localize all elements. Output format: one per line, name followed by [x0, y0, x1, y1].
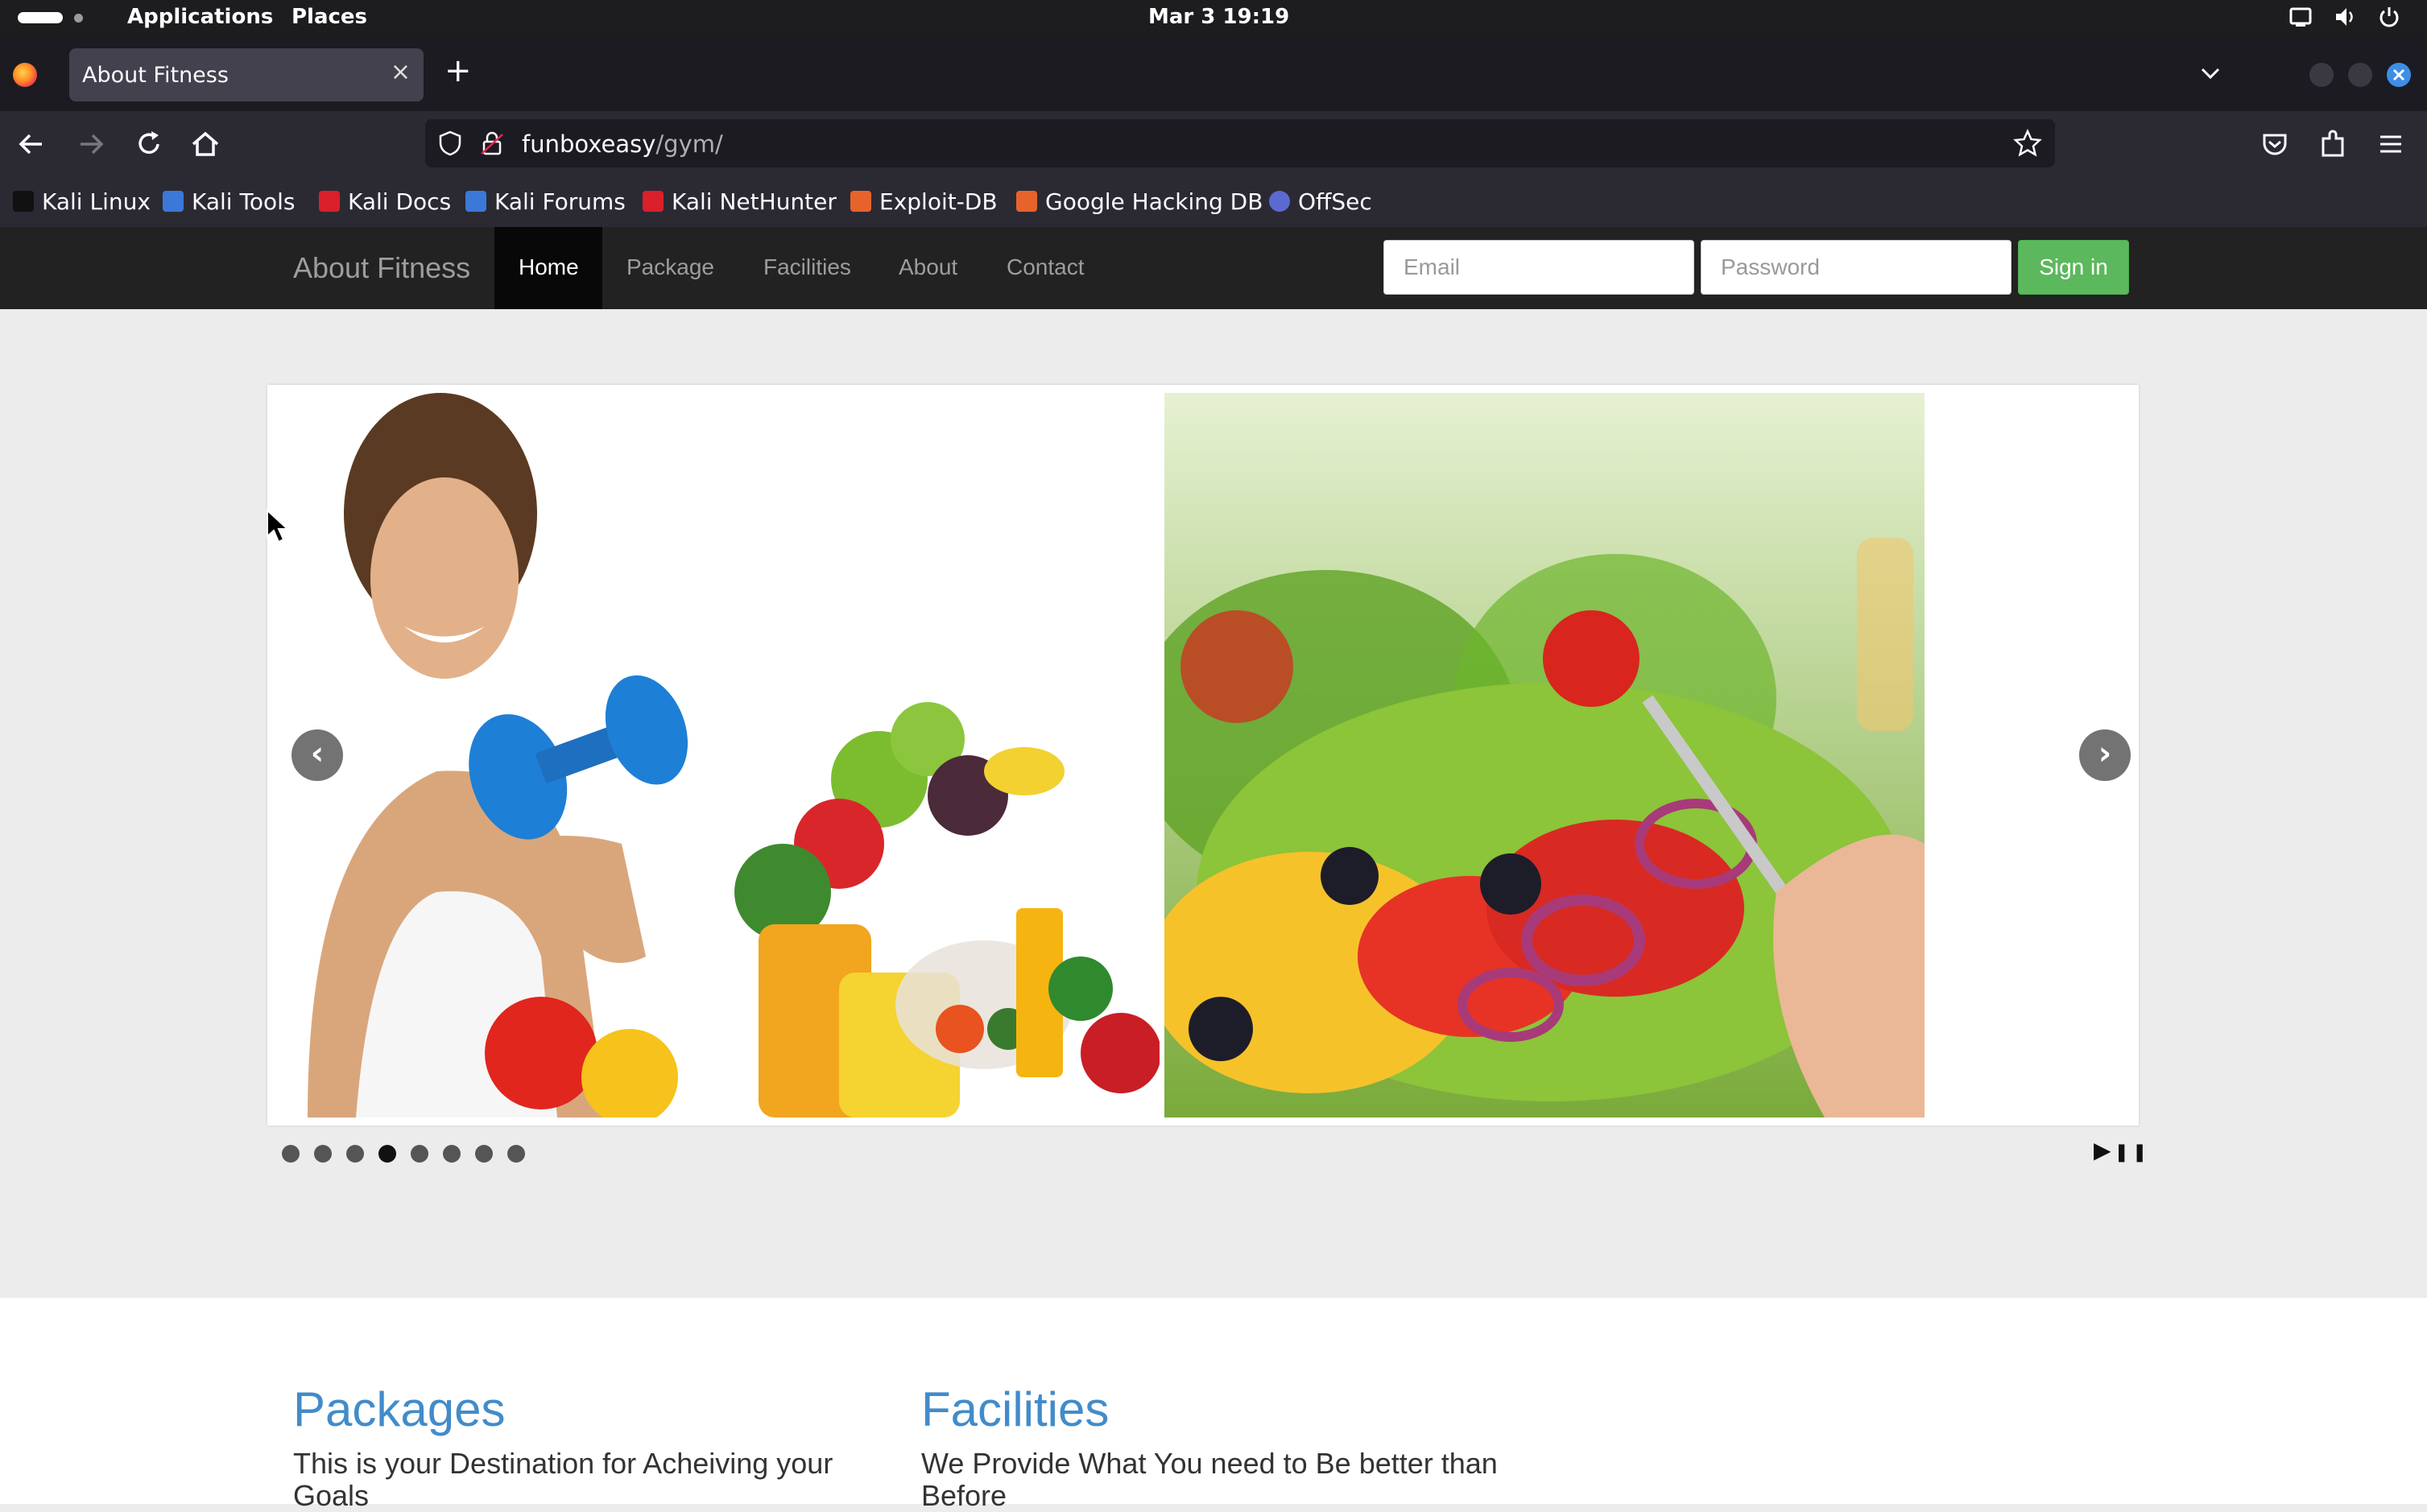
carousel-indicator-6[interactable]: [443, 1145, 461, 1163]
exploit-db-icon: [850, 191, 871, 212]
carousel-indicator-5[interactable]: [411, 1145, 428, 1163]
places-menu[interactable]: Places: [291, 5, 367, 29]
bookmark-kali-linux[interactable]: Kali Linux: [13, 185, 151, 217]
bookmark-star-icon[interactable]: [2013, 128, 2042, 161]
nav-home[interactable]: Home: [494, 227, 602, 309]
firefox-logo-icon[interactable]: [13, 63, 37, 87]
bookmark-exploit-db[interactable]: Exploit-DB: [850, 185, 998, 217]
insecure-lock-icon[interactable]: [478, 130, 506, 160]
bookmark-label: Exploit-DB: [879, 188, 998, 215]
facilities-heading: Facilities: [921, 1382, 1110, 1436]
tab-title: About Fitness: [82, 63, 229, 88]
pause-icon[interactable]: ❚❚: [2115, 1142, 2151, 1163]
facilities-text: We Provide What You need to Be better th…: [921, 1447, 1498, 1512]
nethunter-icon: [643, 191, 664, 212]
bookmark-kali-forums[interactable]: Kali Forums: [465, 185, 626, 217]
url-bar[interactable]: funboxeasy/gym/: [425, 119, 2055, 167]
minimize-window-button[interactable]: [2309, 63, 2334, 87]
carousel-indicator-3[interactable]: [346, 1145, 364, 1163]
carousel-play-pause: ▶❚❚: [2094, 1137, 2150, 1163]
nav-contact[interactable]: Contact: [1007, 254, 1085, 280]
home-icon[interactable]: [188, 127, 222, 161]
bookmark-label: Kali Forums: [494, 188, 626, 215]
packages-text: This is your Destination for Acheiving y…: [293, 1447, 833, 1512]
tracking-protection-shield-icon[interactable]: [436, 130, 464, 160]
bookmark-kali-docs[interactable]: Kali Docs: [319, 185, 451, 217]
kali-forums-icon: [465, 191, 486, 212]
tab-about-fitness[interactable]: About Fitness ×: [69, 48, 424, 101]
carousel-indicator-4[interactable]: [378, 1145, 396, 1163]
pocket-icon[interactable]: [2258, 127, 2292, 161]
system-top-bar: Applications Places Mar 3 19:19: [0, 0, 2427, 37]
nav-about[interactable]: About: [899, 254, 957, 280]
carousel-indicator-2[interactable]: [314, 1145, 332, 1163]
bookmark-kali-tools[interactable]: Kali Tools: [163, 185, 295, 217]
close-window-button[interactable]: [2387, 63, 2411, 87]
bookmark-label: Kali Tools: [192, 188, 296, 215]
password-field[interactable]: [1701, 240, 2011, 295]
bookmark-label: OffSec: [1298, 188, 1372, 215]
reload-icon[interactable]: [132, 127, 166, 161]
kali-docs-icon: [319, 191, 340, 212]
bookmark-offsec[interactable]: OffSec: [1269, 185, 1372, 217]
carousel-indicators: [282, 1145, 525, 1163]
carousel-next-button[interactable]: ›: [2079, 729, 2131, 781]
activities-indicator[interactable]: [18, 12, 63, 23]
back-arrow-icon[interactable]: [14, 127, 48, 161]
content-section: Packages This is your Destination for Ac…: [0, 1298, 2427, 1512]
volume-icon[interactable]: [2334, 5, 2358, 35]
tab-strip: About Fitness × +: [0, 37, 2427, 111]
play-icon[interactable]: ▶: [2094, 1137, 2115, 1163]
workspace-dot: [74, 14, 83, 23]
bookmark-label: Kali Docs: [348, 188, 452, 215]
bookmark-kali-nethunter[interactable]: Kali NetHunter: [643, 185, 837, 217]
maximize-window-button[interactable]: [2348, 63, 2372, 87]
ghdb-icon: [1016, 191, 1037, 212]
sign-in-button[interactable]: Sign in: [2018, 240, 2129, 295]
forward-arrow-icon[interactable]: [74, 127, 108, 161]
carousel-indicator-7[interactable]: [475, 1145, 493, 1163]
packages-heading: Packages: [293, 1382, 506, 1436]
clock[interactable]: Mar 3 19:19: [1148, 5, 1289, 29]
nav-facilities[interactable]: Facilities: [763, 254, 851, 280]
carousel-indicator-1[interactable]: [282, 1145, 300, 1163]
nav-package[interactable]: Package: [626, 254, 714, 280]
hamburger-menu-icon[interactable]: [2374, 127, 2408, 161]
nav-home-label: Home: [519, 254, 579, 279]
email-field[interactable]: [1383, 240, 1694, 295]
screen-icon[interactable]: [2288, 5, 2313, 35]
salad-image: [1164, 393, 1925, 1117]
url-path: /gym/: [655, 130, 723, 158]
site-navbar: About Fitness Home Package Facilities Ab…: [0, 227, 2427, 309]
mouse-pointer-icon: [266, 508, 290, 547]
image-carousel: ‹ ›: [267, 385, 2139, 1126]
close-icon: [2392, 68, 2405, 81]
kali-dragon-icon: [13, 191, 34, 212]
bookmark-label: Kali Linux: [42, 188, 151, 215]
kali-tools-icon: [163, 191, 184, 212]
url-host: funboxeasy: [522, 130, 656, 158]
site-brand[interactable]: About Fitness: [293, 251, 470, 285]
list-all-tabs-icon[interactable]: [2198, 61, 2222, 89]
bookmark-label: Kali NetHunter: [672, 188, 837, 215]
offsec-icon: [1269, 191, 1290, 212]
power-icon[interactable]: [2377, 5, 2401, 35]
extensions-icon[interactable]: [2316, 127, 2350, 161]
close-tab-icon[interactable]: ×: [391, 58, 411, 86]
bookmark-label: Google Hacking DB: [1045, 188, 1263, 215]
bookmark-google-hacking-db[interactable]: Google Hacking DB: [1016, 185, 1263, 217]
applications-menu[interactable]: Applications: [127, 5, 273, 29]
bookmarks-toolbar: Kali Linux Kali Tools Kali Docs Kali For…: [0, 177, 2427, 227]
carousel-prev-button[interactable]: ‹: [291, 729, 343, 781]
url-text[interactable]: funboxeasy/gym/: [522, 130, 723, 158]
fitness-woman-fruit-image: [275, 393, 1160, 1117]
new-tab-button[interactable]: +: [444, 55, 472, 87]
navigation-toolbar: funboxeasy/gym/: [0, 111, 2427, 177]
carousel-indicator-8[interactable]: [507, 1145, 525, 1163]
